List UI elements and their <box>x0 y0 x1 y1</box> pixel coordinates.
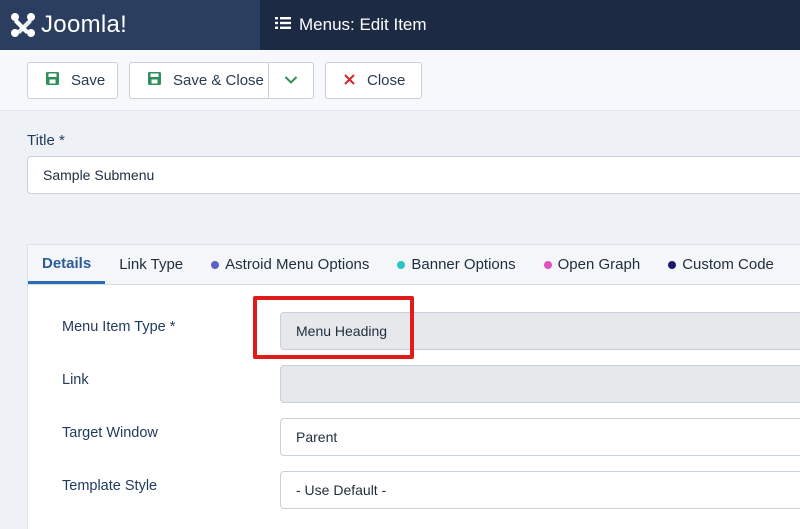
save-icon <box>148 72 161 89</box>
toolbar: Save Save & Close Close <box>0 50 800 111</box>
tab-more[interactable]: Mo <box>788 245 800 284</box>
joomla-logo[interactable]: Joomla! <box>0 0 260 50</box>
target-window-select[interactable]: Parent <box>280 418 800 456</box>
template-style-label: Template Style <box>62 478 158 494</box>
tab-bar: Details Link Type Astroid Menu Options B… <box>27 244 800 285</box>
tab-dot-icon <box>543 260 552 269</box>
joomla-logo-icon <box>11 13 35 37</box>
tab-label: Custom Code <box>682 256 774 273</box>
tab-dot-icon <box>211 260 220 269</box>
target-window-label: Target Window <box>62 425 158 441</box>
top-bar: Joomla! Menus: Edit Item <box>0 0 800 50</box>
save-and-close-label: Save & Close <box>173 72 264 89</box>
tab-custom-code[interactable]: Custom Code <box>654 245 788 284</box>
brand-name: Joomla! <box>41 11 128 38</box>
menu-item-type-label: Menu Item Type * <box>62 319 176 335</box>
title-input[interactable]: Sample Submenu <box>27 156 800 194</box>
tab-label: Banner Options <box>411 256 516 273</box>
tab-link-type[interactable]: Link Type <box>105 245 197 284</box>
close-label: Close <box>367 72 406 89</box>
link-label: Link <box>62 372 89 388</box>
tab-dot-icon <box>397 260 406 269</box>
annotation-highlight-box <box>253 296 414 359</box>
page-title: Menus: Edit Item <box>275 0 427 50</box>
template-style-select[interactable]: - Use Default - <box>280 471 800 509</box>
link-field[interactable] <box>280 365 800 403</box>
tab-label: Link Type <box>119 256 184 273</box>
tab-astroid-menu-options[interactable]: Astroid Menu Options <box>197 245 383 284</box>
save-label: Save <box>71 72 106 89</box>
tab-banner-options[interactable]: Banner Options <box>383 245 529 284</box>
tab-dot-icon <box>668 260 677 269</box>
save-and-close-button[interactable]: Save & Close <box>129 62 269 99</box>
close-icon <box>344 72 355 89</box>
list-icon <box>275 15 291 35</box>
tab-details[interactable]: Details <box>28 245 106 284</box>
tab-label: Open Graph <box>557 256 641 273</box>
save-button[interactable]: Save <box>27 62 118 99</box>
page-title-text: Menus: Edit Item <box>299 15 427 34</box>
title-label: Title * <box>27 132 65 149</box>
close-button[interactable]: Close <box>325 62 422 99</box>
chevron-down-icon <box>284 72 298 89</box>
save-icon <box>46 72 59 89</box>
save-options-dropdown-button[interactable] <box>268 62 314 99</box>
tab-label: Astroid Menu Options <box>225 256 370 273</box>
tab-label: Details <box>42 254 92 272</box>
tab-open-graph[interactable]: Open Graph <box>530 245 655 284</box>
